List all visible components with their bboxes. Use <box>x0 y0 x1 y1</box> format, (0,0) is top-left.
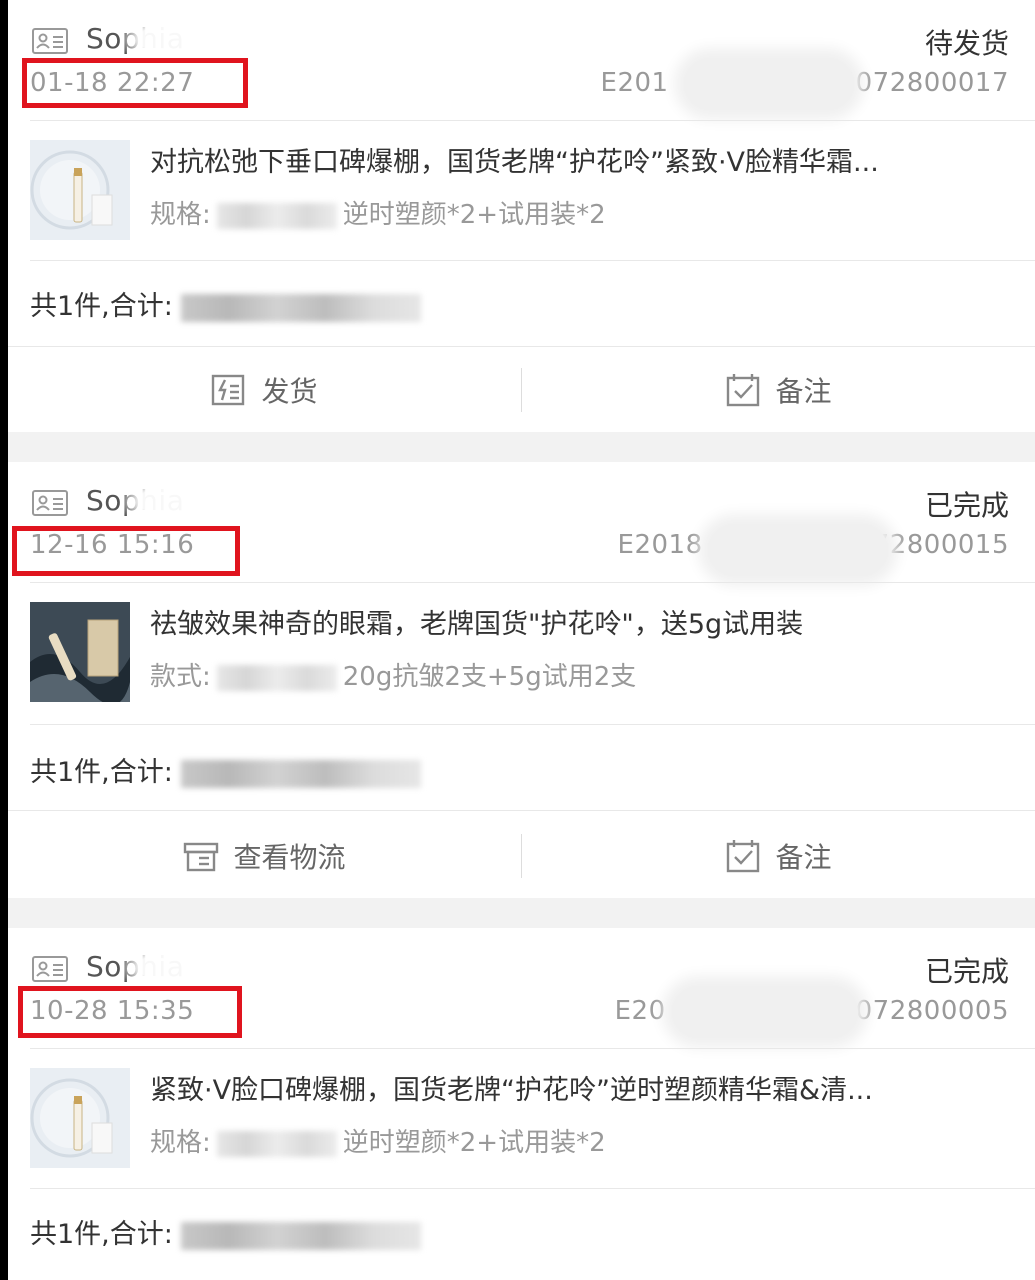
divider <box>30 1188 1035 1189</box>
logistics-icon <box>184 842 219 872</box>
contact-card-icon <box>32 956 68 982</box>
note-icon <box>727 840 760 873</box>
product-thumbnail <box>30 602 130 702</box>
contact-card-icon <box>32 28 68 54</box>
product-spec: 规格: 逆时塑颜*2+试用装*2 <box>150 1128 606 1158</box>
note-button[interactable]: 备注 <box>522 346 1035 434</box>
order-actions: 发货 备注 <box>8 346 1035 434</box>
order-total: 共1件,合计: <box>30 1212 421 1251</box>
order-header: Sophia 01-18 22:27 待发货 E2015072800017 <box>8 0 1035 120</box>
order-total: 共1件,合计: <box>30 750 421 789</box>
order-list-screen: Sophia 01-18 22:27 待发货 E2015072800017 <box>8 0 1035 1280</box>
time-highlight-box <box>12 526 240 576</box>
view-logistics-button[interactable]: 查看物流 <box>8 812 521 900</box>
product-title: 紧致·V脸口碑爆棚，国货老牌“护花呤”逆时塑颜精华霜&清... <box>150 1075 873 1106</box>
time-highlight-box <box>22 58 248 108</box>
order-number-redaction <box>684 58 854 110</box>
product-spec: 款式: 20g抗皱2支+5g试用2支 <box>150 662 637 692</box>
divider <box>30 260 1035 261</box>
order-total: 共1件,合计: <box>30 284 421 323</box>
order-card[interactable]: Sophia 10-28 15:35 已完成 E20072800005 <box>8 928 1035 1280</box>
ship-icon <box>212 374 245 406</box>
divider <box>30 724 1035 725</box>
total-amount-redaction <box>180 1221 421 1250</box>
ship-button[interactable]: 发货 <box>8 346 521 434</box>
contact-card-icon <box>32 490 68 516</box>
product-row[interactable]: 紧致·V脸口碑爆棚，国货老牌“护花呤”逆时塑颜精华霜&清... 规格: 逆时塑颜*… <box>8 1048 1035 1188</box>
order-card[interactable]: Sophia 01-18 22:27 待发货 E2015072800017 <box>8 0 1035 432</box>
order-status: 已完成 <box>924 489 1009 522</box>
name-redaction <box>120 14 210 64</box>
order-actions: 查看物流 备注 <box>8 812 1035 900</box>
name-redaction <box>120 942 210 992</box>
product-title: 祛皱效果神奇的眼霜，老牌国货"护花呤"，送5g试用装 <box>150 609 804 640</box>
product-row[interactable]: 祛皱效果神奇的眼霜，老牌国货"护花呤"，送5g试用装 款式: 20g抗皱2支+5g… <box>8 582 1035 722</box>
note-icon <box>727 374 760 407</box>
note-button[interactable]: 备注 <box>522 812 1035 900</box>
total-amount-redaction <box>180 293 421 322</box>
divider <box>8 810 1035 811</box>
product-title: 对抗松弛下垂口碑爆棚，国货老牌“护花呤”紧致·V脸精华霜... <box>150 147 879 178</box>
order-status: 待发货 <box>924 27 1009 60</box>
total-amount-redaction <box>180 759 421 788</box>
product-spec: 规格: 逆时塑颜*2+试用装*2 <box>150 200 606 230</box>
product-thumbnail <box>30 140 130 240</box>
order-status: 已完成 <box>924 955 1009 988</box>
product-thumbnail <box>30 1068 130 1168</box>
time-highlight-box <box>18 986 242 1038</box>
order-number-redaction <box>672 986 858 1038</box>
product-row[interactable]: 对抗松弛下垂口碑爆棚，国货老牌“护花呤”紧致·V脸精华霜... 规格: 逆时塑颜*… <box>8 120 1035 260</box>
order-header: Sophia 10-28 15:35 已完成 E20072800005 <box>8 928 1035 1048</box>
name-redaction <box>120 476 210 526</box>
order-card[interactable]: Sophia 12-16 15:16 已完成 E201872800015 <box>8 462 1035 898</box>
order-number-redaction <box>708 524 888 576</box>
order-header: Sophia 12-16 15:16 已完成 E201872800015 <box>8 462 1035 582</box>
